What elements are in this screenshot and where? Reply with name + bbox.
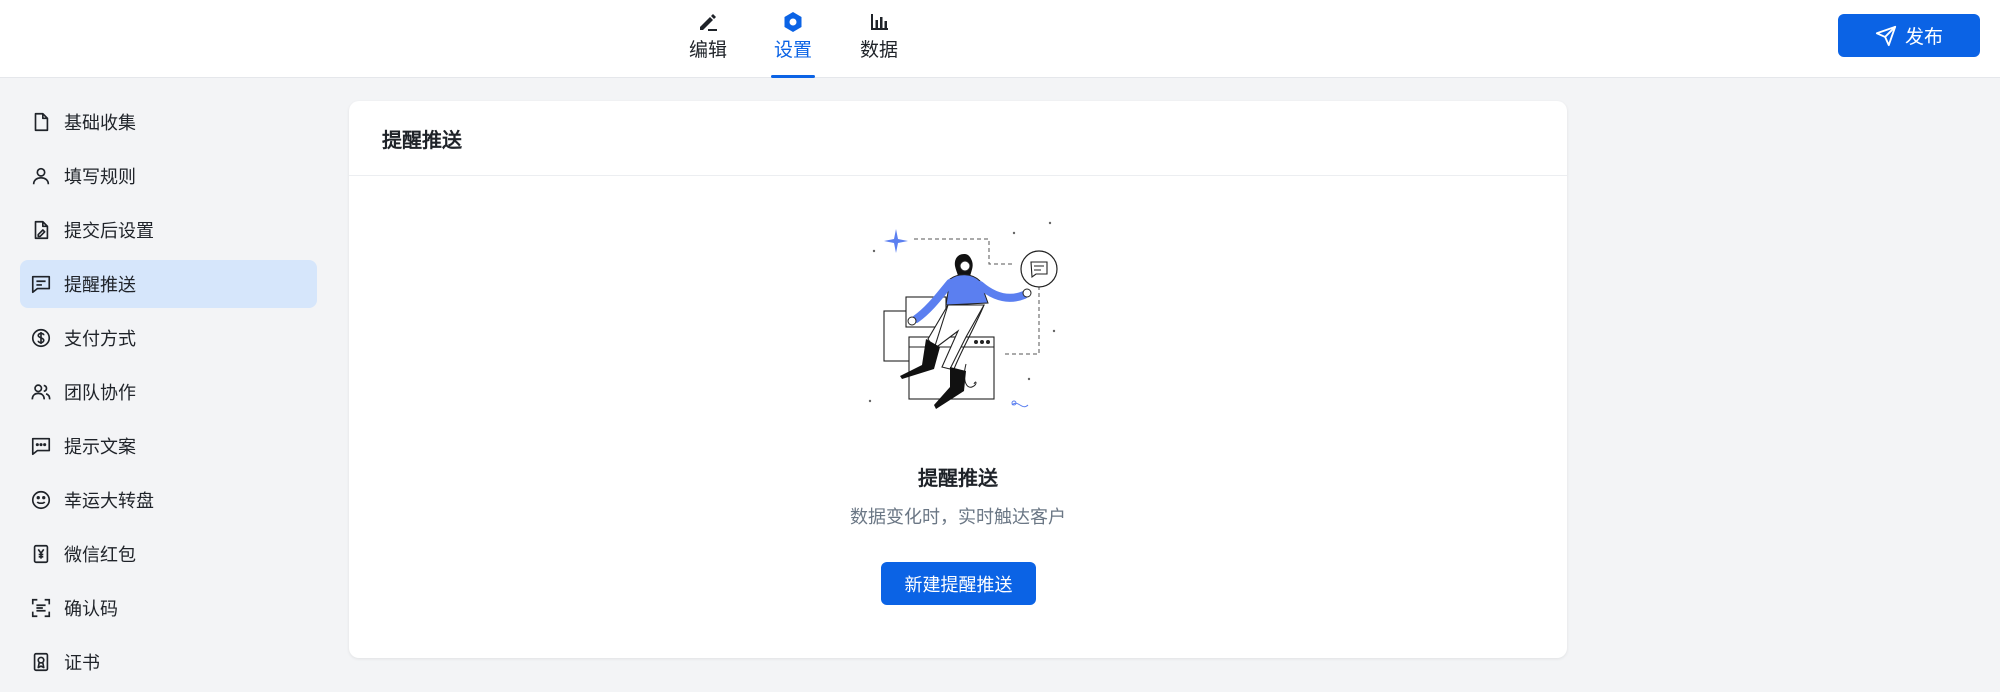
file-edit-icon [34, 220, 49, 240]
bar-chart-icon [871, 14, 888, 30]
send-icon [1875, 25, 1897, 46]
users-icon [31, 384, 51, 400]
card-header: 提醒推送 [349, 101, 1567, 176]
message-icon [31, 275, 51, 294]
empty-state-illustration [868, 221, 1058, 409]
sidebar-item-label: 提示文案 [64, 437, 136, 458]
sidebar-item-label: 团队协作 [64, 383, 136, 404]
sidebar-item-reminder-push[interactable]: 提醒推送 [20, 260, 317, 308]
empty-state-title: 提醒推送 [918, 466, 998, 490]
sidebar-item-label: 提交后设置 [64, 221, 154, 242]
card-title: 提醒推送 [382, 127, 462, 152]
sidebar-item-label: 提醒推送 [64, 275, 136, 296]
sidebar-item-confirm-code[interactable]: 确认码 [20, 584, 317, 632]
sidebar-item-label: 微信红包 [64, 545, 136, 566]
red-packet-icon [33, 544, 49, 564]
sidebar-item-fill-rules[interactable]: 填写规则 [20, 152, 317, 200]
sidebar-item-basic-collect[interactable]: 基础收集 [20, 98, 317, 146]
empty-state-subtitle: 数据变化时，实时触达客户 [850, 507, 1066, 528]
tab-data-label: 数据 [859, 39, 898, 61]
tab-edit[interactable]: 编辑 [678, 0, 738, 78]
hexagon-settings-icon [784, 12, 802, 32]
sidebar-item-lucky-wheel[interactable]: 幸运大转盘 [20, 476, 317, 524]
tab-settings-label: 设置 [773, 39, 812, 61]
sidebar-item-wechat-red-packet[interactable]: 微信红包 [20, 530, 317, 578]
user-icon [32, 167, 50, 185]
sidebar-item-payment[interactable]: 支付方式 [20, 314, 317, 362]
sidebar-item-label: 支付方式 [64, 329, 136, 350]
publish-button[interactable]: 发布 [1838, 14, 1980, 57]
sidebar-item-label: 幸运大转盘 [64, 491, 154, 512]
document-icon [34, 112, 49, 132]
sidebar-item-prompt-text[interactable]: 提示文案 [20, 422, 317, 470]
create-reminder-button[interactable]: 新建提醒推送 [881, 562, 1036, 605]
sidebar-item-certificate[interactable]: 证书 [20, 638, 317, 686]
top-bar: 编辑 设置 数据 发布 [0, 0, 2000, 78]
scan-code-icon [31, 598, 51, 618]
sidebar-item-label: 填写规则 [64, 167, 136, 188]
certificate-icon [33, 652, 49, 672]
chat-dots-icon [31, 437, 51, 456]
settings-sidebar: 基础收集 填写规则 提交后设置 提醒推送 支付方式 团队协作 提示文案 幸运大转… [20, 98, 317, 692]
sidebar-item-label: 基础收集 [64, 113, 136, 134]
smile-icon [31, 490, 51, 510]
sidebar-item-after-submit[interactable]: 提交后设置 [20, 206, 317, 254]
pen-icon [700, 14, 717, 31]
sidebar-item-label: 证书 [64, 653, 100, 674]
reminder-push-card: 提醒推送 提醒推送 数据变化时，实时触达客户 新建提醒推送 [349, 101, 1567, 658]
dollar-icon [31, 328, 51, 348]
tab-settings[interactable]: 设置 [763, 0, 823, 78]
sidebar-item-team[interactable]: 团队协作 [20, 368, 317, 416]
publish-label: 发布 [1904, 26, 1943, 48]
tab-data[interactable]: 数据 [849, 0, 909, 78]
tab-edit-label: 编辑 [688, 39, 727, 61]
tab-active-underline [771, 75, 815, 78]
sidebar-item-label: 确认码 [64, 599, 118, 620]
